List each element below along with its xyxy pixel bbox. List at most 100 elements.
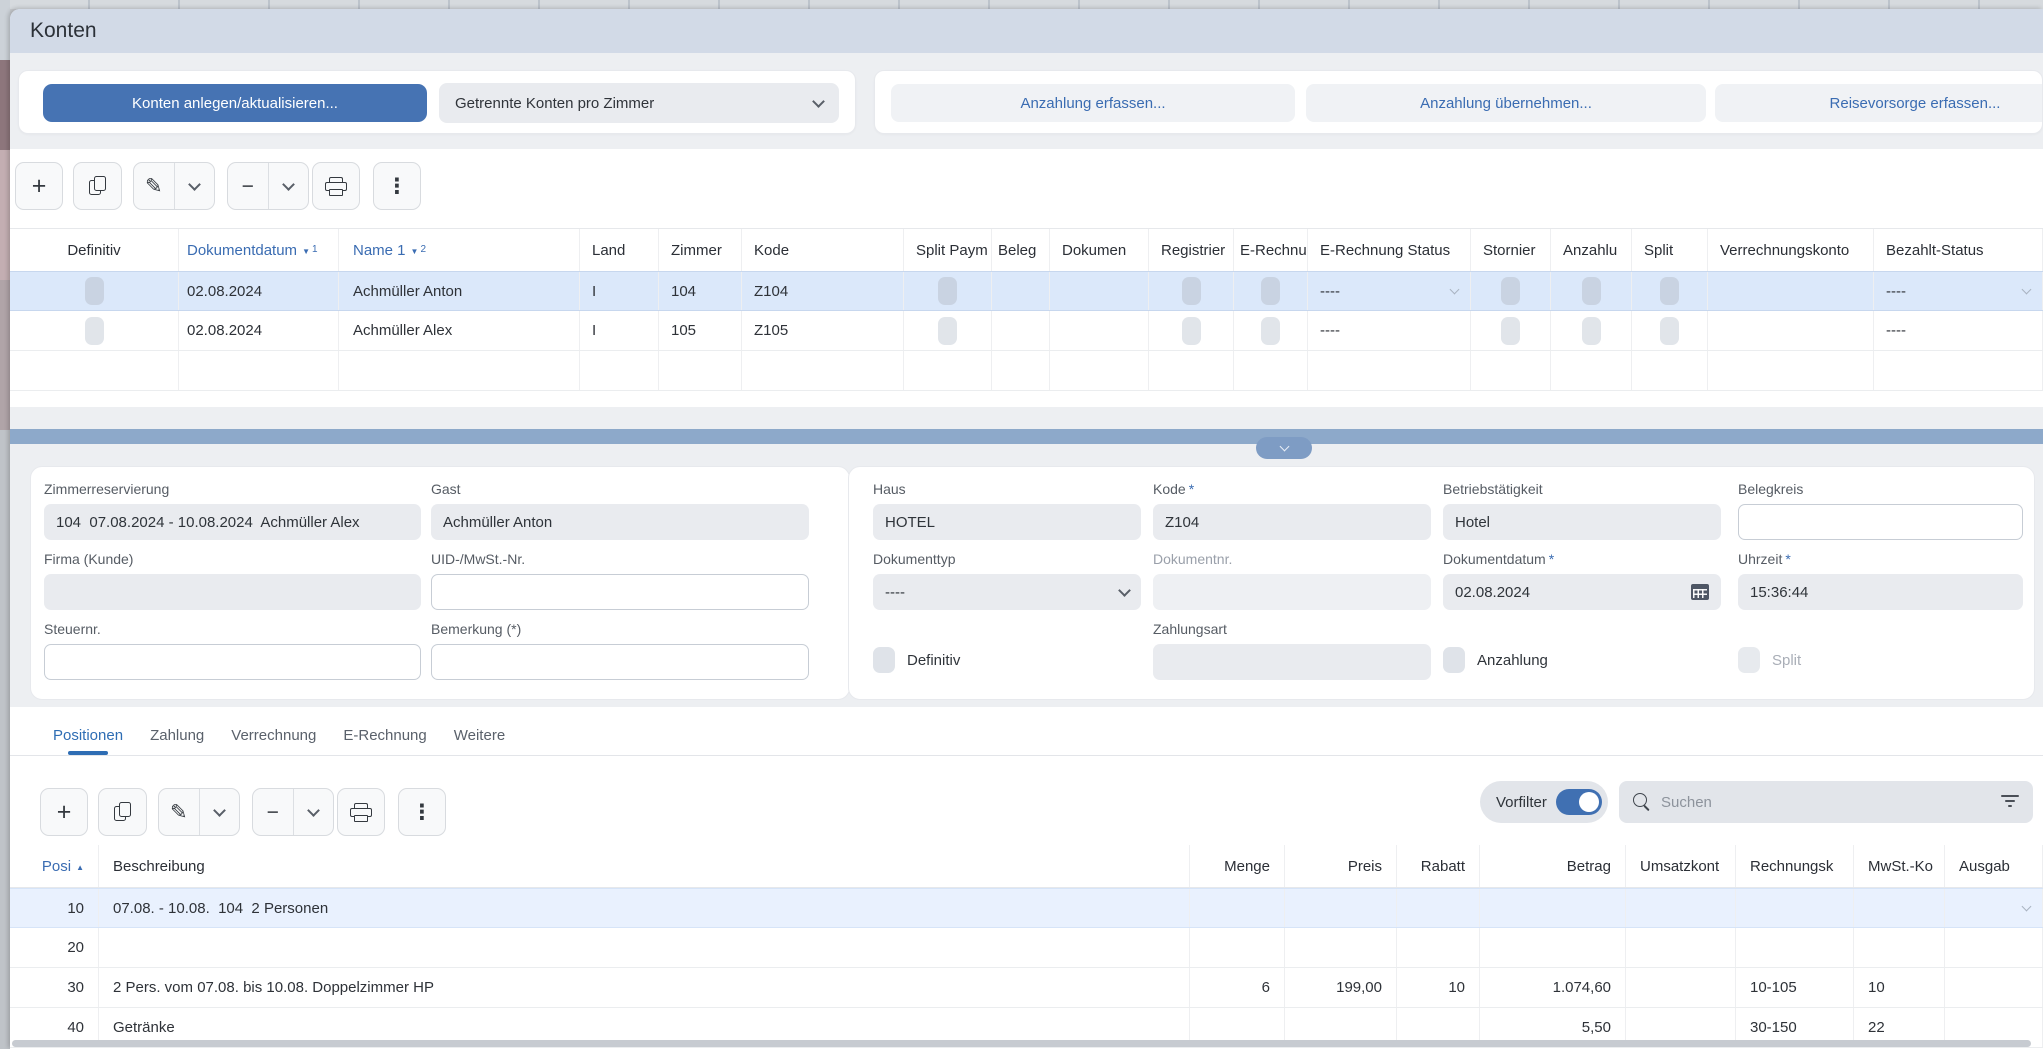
col-dokument[interactable]: Dokumen — [1050, 229, 1149, 271]
position-row[interactable]: 20 — [10, 928, 2043, 968]
col-bezahlt-status[interactable]: Bezahlt-Status — [1874, 229, 2043, 271]
search-input[interactable] — [1661, 793, 1991, 811]
col-registriert[interactable]: Registrier — [1149, 229, 1234, 271]
col-split[interactable]: Split — [1632, 229, 1708, 271]
account-row[interactable]: 02.08.2024 Achmüller Alex I 105 Z105 ---… — [10, 311, 2043, 351]
zahlungsart-field[interactable] — [1153, 644, 1431, 680]
deposit-capture-button[interactable]: Anzahlung erfassen... — [891, 84, 1295, 122]
position-row[interactable]: 30 2 Pers. vom 07.08. bis 10.08. Doppelz… — [10, 968, 2043, 1008]
tab-positionen[interactable]: Positionen — [53, 715, 123, 755]
horizontal-scrollbar[interactable] — [10, 429, 2043, 444]
anzahlung-checkbox[interactable] — [1581, 277, 1601, 305]
collapse-detail-button[interactable] — [1256, 437, 1312, 459]
account-mode-dropdown[interactable]: Getrennte Konten pro Zimmer — [439, 83, 839, 123]
col-beschreibung[interactable]: Beschreibung — [99, 845, 1190, 887]
split-form-checkbox[interactable] — [1738, 647, 1760, 673]
registriert-checkbox[interactable] — [1181, 316, 1201, 345]
col-mwst[interactable]: MwSt.-Ko — [1854, 845, 1945, 887]
storniert-checkbox[interactable] — [1501, 277, 1520, 305]
accounts-edit-menu-button[interactable] — [175, 163, 215, 209]
col-umsatzkonto[interactable]: Umsatzkont — [1626, 845, 1736, 887]
zimmerreservierung-field[interactable]: 104 07.08.2024 - 10.08.2024 Achmüller Al… — [44, 504, 421, 540]
firma-field[interactable] — [44, 574, 421, 610]
tab-e-rechnung[interactable]: E-Rechnung — [343, 715, 426, 755]
haus-field[interactable]: HOTEL — [873, 504, 1141, 540]
tab-weitere[interactable]: Weitere — [454, 715, 505, 755]
e-rechnung-status-dropdown[interactable]: ---- — [1308, 272, 1471, 310]
ausgabe-dropdown[interactable] — [1945, 889, 2043, 927]
anzahlung-checkbox[interactable] — [1581, 316, 1601, 345]
betriebstaetigkeit-field[interactable]: Hotel — [1443, 504, 1721, 540]
col-split-payment[interactable]: Split Paym — [904, 229, 992, 271]
bezahlt-status-dropdown[interactable]: ---- — [1874, 272, 2043, 310]
filter-icon[interactable] — [2001, 795, 2019, 809]
storniert-checkbox[interactable] — [1501, 316, 1520, 345]
positions-copy-button[interactable] — [98, 788, 147, 836]
deposit-apply-button[interactable]: Anzahlung übernehmen... — [1306, 84, 1706, 122]
split-payment-checkbox[interactable] — [938, 277, 957, 305]
col-rechnungskonto[interactable]: Rechnungsk — [1736, 845, 1854, 887]
tab-zahlung[interactable]: Zahlung — [150, 715, 204, 755]
steuernr-field[interactable] — [44, 644, 421, 680]
definitiv-form-checkbox[interactable] — [873, 647, 895, 673]
positions-remove-button[interactable]: − — [253, 789, 293, 835]
account-row-empty[interactable] — [10, 351, 2043, 391]
positions-edit-button[interactable]: ✎ — [159, 789, 199, 835]
col-kode[interactable]: Kode — [742, 229, 904, 271]
prefilter-toggle[interactable] — [1555, 789, 1602, 815]
account-row-selected[interactable]: 02.08.2024 Achmüller Anton I 104 Z104 --… — [10, 271, 2043, 311]
e-rechnung-checkbox[interactable] — [1261, 277, 1280, 305]
window-titlebar[interactable]: Konten — [10, 9, 2043, 53]
definitiv-checkbox[interactable] — [84, 277, 104, 305]
col-land[interactable]: Land — [580, 229, 659, 271]
dokumentdatum-field[interactable]: 02.08.2024 — [1443, 574, 1721, 610]
kode-field[interactable]: Z104 — [1153, 504, 1431, 540]
col-dokumentdatum[interactable]: Dokumentdatum ▼ 1 — [179, 229, 339, 271]
create-accounts-button[interactable]: Konten anlegen/aktualisieren... — [43, 84, 427, 122]
accounts-edit-button[interactable]: ✎ — [134, 163, 174, 209]
accounts-more-button[interactable]: ⋮ — [373, 162, 421, 210]
uid-field[interactable] — [431, 574, 809, 610]
accounts-remove-menu-button[interactable] — [269, 163, 309, 209]
tab-verrechnung[interactable]: Verrechnung — [231, 715, 316, 755]
belegkreis-field[interactable] — [1738, 504, 2023, 540]
col-e-rechnung-status[interactable]: E-Rechnung Status — [1308, 229, 1471, 271]
col-verrechnungskonto[interactable]: Verrechnungskonto — [1708, 229, 1874, 271]
col-menge[interactable]: Menge — [1190, 845, 1285, 887]
col-betrag[interactable]: Betrag — [1480, 845, 1626, 887]
col-name[interactable]: Name 1 ▼ 2 — [339, 229, 580, 271]
bemerkung-field[interactable] — [431, 644, 809, 680]
col-preis[interactable]: Preis — [1285, 845, 1397, 887]
split-payment-checkbox[interactable] — [938, 316, 957, 345]
positions-print-button[interactable] — [337, 788, 385, 836]
col-ausgabe[interactable]: Ausgab — [1945, 845, 2043, 887]
col-definitiv[interactable]: Definitiv — [10, 229, 179, 271]
accounts-print-button[interactable] — [312, 162, 360, 210]
positions-remove-menu-button[interactable] — [294, 789, 334, 835]
anzahlung-form-checkbox[interactable] — [1443, 647, 1465, 673]
bottom-horizontal-scrollbar[interactable] — [12, 1040, 2031, 1047]
positions-edit-menu-button[interactable] — [200, 789, 240, 835]
split-checkbox[interactable] — [1660, 277, 1679, 305]
positions-more-button[interactable]: ⋮ — [398, 788, 446, 836]
position-row-selected[interactable]: 10 07.08. - 10.08. 104 2 Personen — [10, 888, 2043, 928]
accounts-add-button[interactable]: + — [15, 162, 63, 210]
travel-provision-button[interactable]: Reisevorsorge erfassen... — [1715, 84, 2042, 122]
registriert-checkbox[interactable] — [1181, 277, 1201, 305]
accounts-copy-button[interactable] — [73, 162, 122, 210]
uhrzeit-field[interactable]: 15:36:44 — [1738, 574, 2023, 610]
dokumenttyp-dropdown[interactable]: ---- — [873, 574, 1141, 610]
gast-field[interactable]: Achmüller Anton — [431, 504, 809, 540]
col-storniert[interactable]: Stornier — [1471, 229, 1551, 271]
split-checkbox[interactable] — [1660, 316, 1679, 345]
col-beleg[interactable]: Beleg — [992, 229, 1050, 271]
col-e-rechnung[interactable]: E-Rechnu — [1234, 229, 1308, 271]
calendar-icon[interactable] — [1691, 584, 1709, 600]
e-rechnung-checkbox[interactable] — [1261, 316, 1280, 345]
accounts-remove-button[interactable]: − — [228, 163, 268, 209]
col-rabatt[interactable]: Rabatt — [1397, 845, 1480, 887]
col-posi[interactable]: Posi ▲ — [10, 845, 99, 887]
positions-add-button[interactable]: + — [40, 788, 88, 836]
col-anzahlung[interactable]: Anzahlu — [1551, 229, 1632, 271]
definitiv-checkbox[interactable] — [84, 316, 104, 345]
